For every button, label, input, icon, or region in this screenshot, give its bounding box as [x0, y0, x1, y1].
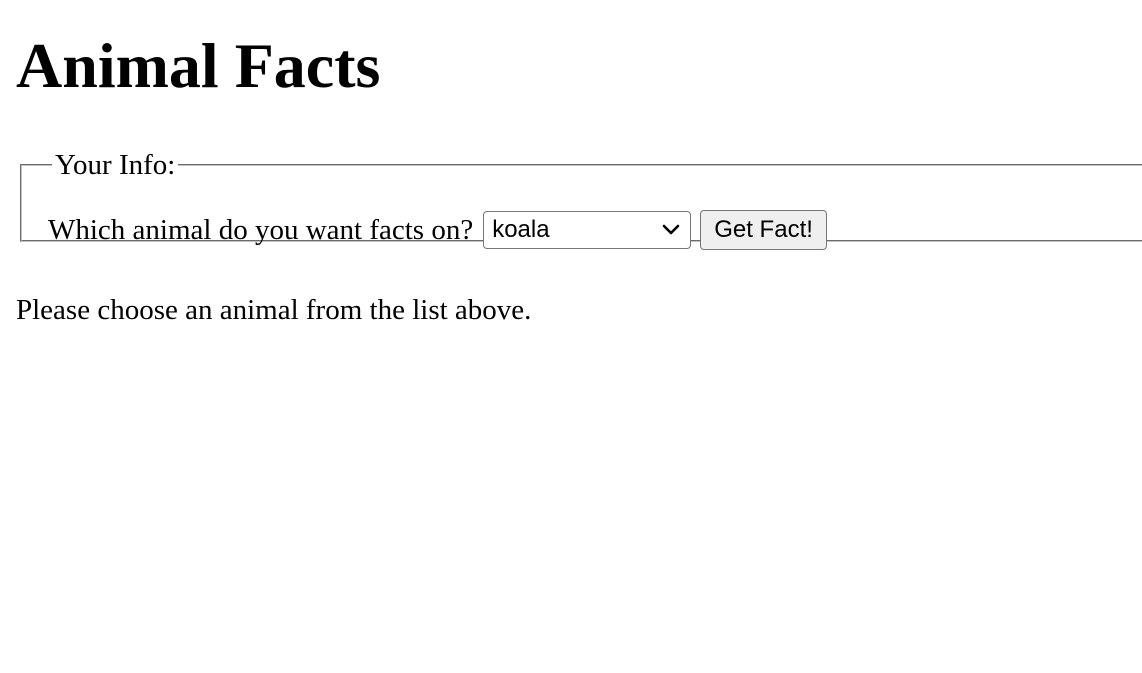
get-fact-button[interactable]: Get Fact!: [700, 210, 827, 250]
animal-select[interactable]: koala: [483, 211, 692, 249]
chevron-down-icon: [660, 219, 682, 241]
status-message: Please choose an animal from the list ab…: [16, 294, 532, 326]
page-title: Animal Facts: [16, 30, 381, 101]
your-info-fieldset: Your Info: Which animal do you want fact…: [20, 149, 1142, 250]
fieldset-legend: Your Info:: [55, 149, 176, 181]
animal-form-row: Which animal do you want facts on? koala…: [48, 210, 827, 250]
animal-prompt-label: Which animal do you want facts on?: [48, 214, 474, 246]
animal-select-value: koala: [492, 216, 550, 243]
